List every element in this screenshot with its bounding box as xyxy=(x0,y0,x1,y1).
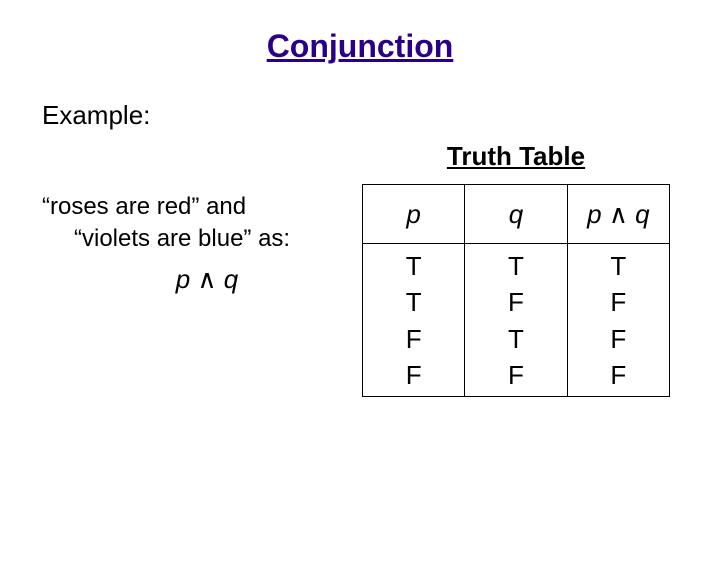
example-label: Example: xyxy=(42,100,720,131)
table-header-row: p q p ∧ q xyxy=(363,185,670,244)
th-p: p xyxy=(363,185,465,244)
val: F xyxy=(363,357,464,393)
content-row: “roses are red” and “violets are blue” a… xyxy=(0,141,720,397)
slide-title: Conjunction xyxy=(0,28,720,65)
th-q: q xyxy=(465,185,567,244)
cell-q: T F T F xyxy=(465,244,567,397)
phrase-line-1: “roses are red” and xyxy=(42,191,352,223)
cell-pq: T F F F xyxy=(567,244,669,397)
val: T xyxy=(465,248,566,284)
expr-p: p xyxy=(176,264,190,294)
expr-q: q xyxy=(224,264,238,294)
val: F xyxy=(465,284,566,320)
truth-table-title: Truth Table xyxy=(362,141,670,172)
expr-op: ∧ xyxy=(197,264,216,294)
th-pq: p ∧ q xyxy=(567,185,669,244)
val: T xyxy=(363,284,464,320)
th-pq-op: ∧ xyxy=(609,199,628,229)
cell-p: T T F F xyxy=(363,244,465,397)
val: F xyxy=(568,284,669,320)
th-pq-p: p xyxy=(587,199,601,229)
phrase-part-1: “roses are red” xyxy=(42,193,206,220)
val: F xyxy=(568,357,669,393)
truth-table-block: Truth Table p q p ∧ q T T F F xyxy=(352,141,720,397)
phrase-and: and xyxy=(206,193,246,220)
val: T xyxy=(568,248,669,284)
table-row: T T F F T F T F T F F F xyxy=(363,244,670,397)
truth-table: p q p ∧ q T T F F T xyxy=(362,184,670,397)
val: F xyxy=(465,357,566,393)
val: F xyxy=(363,321,464,357)
val: T xyxy=(465,321,566,357)
expression: p ∧ q xyxy=(42,264,352,295)
th-pq-q: q xyxy=(635,199,649,229)
val: T xyxy=(363,248,464,284)
val: F xyxy=(568,321,669,357)
phrase-line-2: “violets are blue” as: xyxy=(42,223,352,255)
example-text: “roses are red” and “violets are blue” a… xyxy=(0,141,352,397)
